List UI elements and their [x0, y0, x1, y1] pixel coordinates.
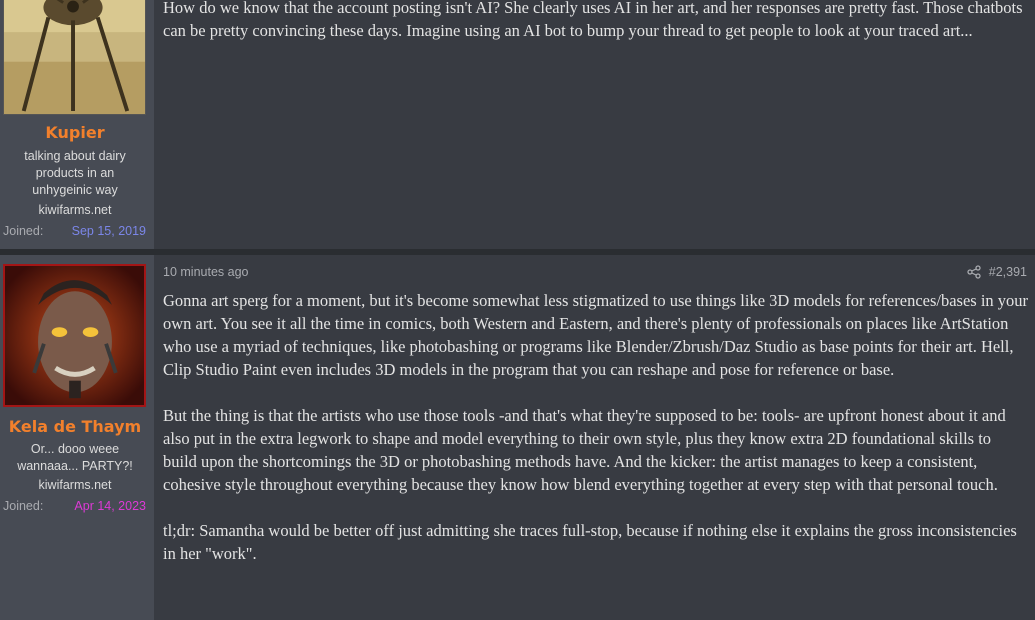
- message-paragraph: tl;dr: Samantha would be better off just…: [163, 521, 1017, 563]
- user-site-label: kiwifarms.net: [38, 478, 112, 492]
- user-title: talking about dairy products in an unhyg…: [24, 149, 126, 197]
- user-info-panel: Kela de Thaym Or... dooo weee wannaaa...…: [0, 255, 154, 620]
- user-site-label: kiwifarms.net: [38, 203, 112, 217]
- post-kela-de-thaym: Kela de Thaym Or... dooo weee wannaaa...…: [0, 255, 1035, 620]
- share-icon[interactable]: [967, 265, 981, 279]
- user-info-panel: Kupier talking about dairy products in a…: [0, 0, 154, 249]
- war-machine-tripod-avatar[interactable]: [3, 0, 146, 115]
- post-message: How do we know that the account posting …: [163, 0, 1029, 42]
- username[interactable]: Kela de Thaym: [0, 417, 150, 436]
- post-kupier: Kupier talking about dairy products in a…: [0, 0, 1035, 249]
- post-timestamp[interactable]: 10 minutes ago: [163, 265, 248, 279]
- joined-date: Sep 15, 2019: [71, 224, 146, 238]
- post-message: Gonna art sperg for a moment, but it's b…: [163, 289, 1029, 565]
- joined-label: Joined:: [3, 224, 44, 238]
- user-title: Or... dooo weee wannaaa... PARTY?!: [17, 442, 133, 473]
- joined-label: Joined:: [3, 499, 44, 513]
- avatar-image: [5, 266, 144, 405]
- joined-date: Apr 14, 2023: [74, 499, 146, 513]
- avatar-image: [4, 0, 145, 114]
- message-paragraph: Gonna art sperg for a moment, but it's b…: [163, 291, 1029, 379]
- post-number-link[interactable]: #2,391: [989, 265, 1027, 279]
- cyborg-face-avatar[interactable]: [3, 264, 146, 407]
- post-actions: #2,391: [967, 265, 1027, 279]
- message-paragraph: But the thing is that the artists who us…: [163, 406, 1006, 494]
- username[interactable]: Kupier: [0, 123, 150, 142]
- message-paragraph: How do we know that the account posting …: [163, 0, 1023, 40]
